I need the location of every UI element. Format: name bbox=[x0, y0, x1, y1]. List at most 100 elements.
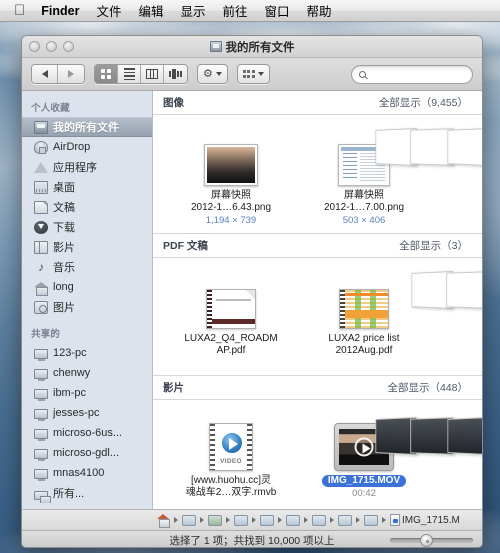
sidebar-item-home[interactable]: long bbox=[22, 277, 152, 297]
coverflow-view-button[interactable] bbox=[164, 65, 187, 83]
pictures-icon bbox=[34, 300, 48, 314]
sidebar-item-microso-gdl[interactable]: microso-gdl... bbox=[22, 443, 152, 463]
arrange-icon bbox=[242, 70, 255, 78]
folder-image-icon[interactable] bbox=[208, 514, 222, 526]
sidebar-item-all-my-files[interactable]: 我的所有文件 bbox=[22, 117, 152, 137]
sidebar-item-downloads[interactable]: 下载 bbox=[22, 217, 152, 237]
path-segment-label[interactable]: IMG_1715.M bbox=[402, 515, 460, 526]
menu-item-finder[interactable]: Finder bbox=[41, 4, 79, 18]
folder-icon[interactable] bbox=[364, 514, 378, 526]
file-name: [www.huohu.cc]灵 魂战车2…双字.rmvb bbox=[186, 475, 277, 499]
sidebar-item-airdrop[interactable]: AirDrop bbox=[22, 137, 152, 157]
overflow-items-preview[interactable] bbox=[375, 416, 482, 456]
sidebar-item-all-network[interactable]: 所有... bbox=[22, 483, 152, 503]
computer-icon bbox=[34, 449, 48, 461]
search-field[interactable] bbox=[351, 64, 473, 84]
group-header-pdf: PDF 文稿 全部显示（3） bbox=[153, 234, 482, 258]
sidebar-item-label: chenwy bbox=[53, 367, 91, 379]
all-files-icon bbox=[34, 120, 48, 134]
show-all-link[interactable]: 全部显示（3） bbox=[399, 238, 468, 253]
action-menu-button[interactable]: ⚙ bbox=[197, 64, 228, 84]
list-view-button[interactable] bbox=[118, 65, 141, 83]
file-meta: 1,194 × 739 bbox=[205, 215, 257, 226]
sidebar-item-mnas4100[interactable]: mnas4100 bbox=[22, 463, 152, 483]
forward-button[interactable] bbox=[58, 65, 84, 83]
mov-file-icon[interactable] bbox=[390, 514, 400, 526]
overflow-items-preview[interactable] bbox=[411, 270, 482, 310]
icon-view-button[interactable] bbox=[95, 65, 118, 83]
rmvb-video-thumb-icon: VIDEO bbox=[209, 423, 253, 471]
folder-icon[interactable] bbox=[286, 514, 300, 526]
file-name-line2: 2012Aug.pdf bbox=[335, 345, 393, 356]
group-row-images: 屏幕快照 2012-1…6.43.png 1,194 × 739 屏幕快照 20… bbox=[153, 115, 482, 234]
folder-icon[interactable] bbox=[260, 514, 274, 526]
back-button[interactable] bbox=[32, 65, 59, 83]
menu-item-edit[interactable]: 编辑 bbox=[138, 1, 163, 20]
sidebar-item-desktop[interactable]: 桌面 bbox=[22, 177, 152, 197]
folder-icon[interactable] bbox=[234, 514, 248, 526]
group-row-movies: VIDEO [www.huohu.cc]灵 魂战车2…双字.rmvb IMG_1… bbox=[153, 400, 482, 509]
slider-knob[interactable] bbox=[420, 534, 433, 547]
sidebar-section-shared-header: 共享的 bbox=[31, 329, 61, 340]
folder-icon[interactable] bbox=[312, 514, 326, 526]
window-controls bbox=[29, 41, 74, 52]
sidebar-item-pictures[interactable]: 图片 bbox=[22, 297, 152, 317]
window-titlebar[interactable]: 我的所有文件 bbox=[22, 36, 482, 58]
home-icon bbox=[34, 281, 48, 296]
file-item[interactable]: VIDEO [www.huohu.cc]灵 魂战车2…双字.rmvb bbox=[177, 409, 285, 499]
icon-size-slider[interactable] bbox=[390, 534, 473, 547]
sidebar-item-music[interactable]: ♪ 音乐 bbox=[22, 257, 152, 277]
menu-bar:  Finder 文件 编辑 显示 前往 窗口 帮助 bbox=[0, 0, 500, 22]
sidebar-section-favorites-header: 个人收藏 bbox=[31, 103, 70, 114]
toolbar: ⚙ bbox=[22, 58, 482, 91]
folder-icon[interactable] bbox=[182, 514, 196, 526]
file-item[interactable]: LUXA2 price list 2012Aug.pdf bbox=[310, 267, 418, 357]
sidebar-item-label: 桌面 bbox=[53, 182, 75, 194]
thumbnail bbox=[204, 124, 258, 186]
file-name-line2: 2012-1…7.00.png bbox=[323, 202, 405, 213]
sidebar-item-microso-6us[interactable]: microso-6us... bbox=[22, 423, 152, 443]
chevron-right-icon bbox=[356, 517, 360, 523]
sidebar-item-documents[interactable]: 文稿 bbox=[22, 197, 152, 217]
play-icon bbox=[354, 437, 374, 457]
show-all-link[interactable]: 全部显示（9,455） bbox=[379, 95, 468, 110]
file-browser-content[interactable]: 图像 全部显示（9,455） 屏幕快照 2012-1…6.43.png 1,19… bbox=[153, 91, 482, 509]
home-icon[interactable] bbox=[157, 514, 170, 528]
sidebar-item-label: 文稿 bbox=[53, 202, 75, 214]
overflow-items-preview[interactable] bbox=[375, 127, 482, 167]
menu-item-file[interactable]: 文件 bbox=[96, 1, 121, 20]
sidebar-item-chenwy[interactable]: chenwy bbox=[22, 363, 152, 383]
column-view-button[interactable] bbox=[141, 65, 164, 83]
menu-item-help[interactable]: 帮助 bbox=[307, 1, 332, 20]
zoom-button[interactable] bbox=[63, 41, 74, 52]
menu-item-go[interactable]: 前往 bbox=[223, 1, 248, 20]
navigation-buttons bbox=[31, 64, 85, 84]
search-input[interactable] bbox=[370, 68, 465, 80]
menu-item-view[interactable]: 显示 bbox=[180, 1, 205, 20]
show-all-link[interactable]: 全部显示（448） bbox=[387, 380, 468, 395]
sidebar[interactable]: 个人收藏 我的所有文件 AirDrop 应用程序 桌面 文稿 下载 影片 ♪ 音… bbox=[22, 91, 153, 509]
sidebar-item-label: 影片 bbox=[53, 242, 75, 254]
sidebar-item-label: microso-gdl... bbox=[53, 447, 120, 459]
minimize-button[interactable] bbox=[46, 41, 57, 52]
sidebar-item-label: 下载 bbox=[53, 222, 75, 234]
apple-logo-icon[interactable]:  bbox=[14, 3, 25, 18]
sidebar-item-label: microso-6us... bbox=[53, 427, 123, 439]
close-button[interactable] bbox=[29, 41, 40, 52]
file-name-line1: 屏幕快照 bbox=[343, 190, 384, 201]
sidebar-item-123-pc[interactable]: 123-pc bbox=[22, 343, 152, 363]
search-icon bbox=[359, 70, 366, 78]
file-item[interactable]: LUXA2_Q4_ROADM AP.pdf bbox=[177, 267, 285, 357]
sidebar-item-ibm-pc[interactable]: ibm-pc bbox=[22, 383, 152, 403]
sidebar-item-jesses-pc[interactable]: jesses-pc bbox=[22, 403, 152, 423]
file-item[interactable]: 屏幕快照 2012-1…6.43.png 1,194 × 739 bbox=[177, 124, 285, 226]
sidebar-item-movies[interactable]: 影片 bbox=[22, 237, 152, 257]
status-text: 选择了 1 项；共找到 10,000 项以上 bbox=[169, 534, 335, 547]
sidebar-item-applications[interactable]: 应用程序 bbox=[22, 157, 152, 177]
menu-item-window[interactable]: 窗口 bbox=[265, 1, 290, 20]
window-body: 个人收藏 我的所有文件 AirDrop 应用程序 桌面 文稿 下载 影片 ♪ 音… bbox=[22, 91, 482, 509]
folder-icon[interactable] bbox=[338, 514, 352, 526]
chevron-right-icon bbox=[68, 70, 74, 78]
grid-icon bbox=[101, 69, 111, 79]
arrange-menu-button[interactable] bbox=[236, 64, 270, 84]
